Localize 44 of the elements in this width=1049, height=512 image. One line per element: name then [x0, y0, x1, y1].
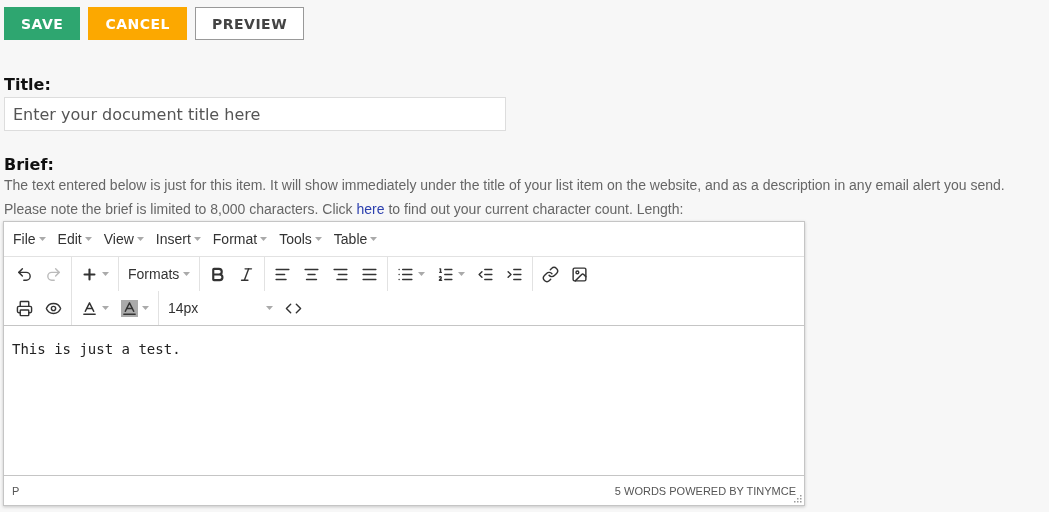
plus-icon [81, 265, 98, 283]
print-icon [16, 299, 33, 317]
caret-icon [458, 272, 466, 276]
caret-icon [314, 237, 322, 241]
caret-icon [102, 306, 109, 310]
font-size-dropdown[interactable]: 14px [162, 296, 279, 320]
caret-icon [183, 272, 191, 276]
editor-content[interactable]: This is just a test. [4, 325, 804, 475]
brief-note: The text entered below is just for this item. It will show immediately under the title of your list item on the website, and as a description in any email alert you send. [4, 177, 1006, 193]
title-label: Title: [4, 75, 52, 94]
menu-item[interactable]: Tools [274, 231, 327, 247]
caret-icon [418, 272, 426, 276]
link-icon [542, 265, 560, 283]
image-icon [571, 265, 589, 283]
menu-item[interactable]: View [98, 231, 149, 247]
text-color-icon [81, 299, 98, 317]
highlight-color-icon [121, 299, 138, 317]
caret-icon [193, 237, 201, 241]
menu-item[interactable]: Insert [150, 231, 206, 247]
caret-icon [142, 306, 149, 310]
caret-icon [136, 237, 144, 241]
formats-dropdown[interactable]: Formats [122, 262, 197, 286]
brief-label: Brief: [4, 155, 55, 174]
here-link[interactable]: here [356, 201, 385, 217]
menu-item[interactable]: File [8, 231, 51, 247]
status-text: 5 WORDS POWERED BY TINYMCE [614, 484, 796, 497]
element-path: P [12, 484, 20, 497]
preview-button[interactable]: PREVIEW [194, 7, 305, 40]
redo-icon [45, 265, 62, 283]
resize-handle-icon[interactable] [794, 495, 802, 503]
undo-icon [16, 265, 33, 283]
caret-icon [260, 237, 268, 241]
limit-text: to find out your current character count. Length: [388, 201, 684, 217]
numbered-list-icon [437, 265, 455, 283]
title-input[interactable]: Enter your document title here [4, 97, 506, 131]
caret-icon [38, 237, 46, 241]
menu-item[interactable]: Format [207, 231, 273, 247]
caret-icon [266, 306, 273, 310]
menu-item[interactable]: Table [328, 231, 383, 247]
menu-item[interactable]: Edit [52, 231, 97, 247]
caret-icon [84, 237, 92, 241]
limit-text: Please note the brief is limited to 8,000 characters. Click [4, 201, 353, 217]
caret-icon [370, 237, 378, 241]
caret-icon [102, 272, 109, 276]
